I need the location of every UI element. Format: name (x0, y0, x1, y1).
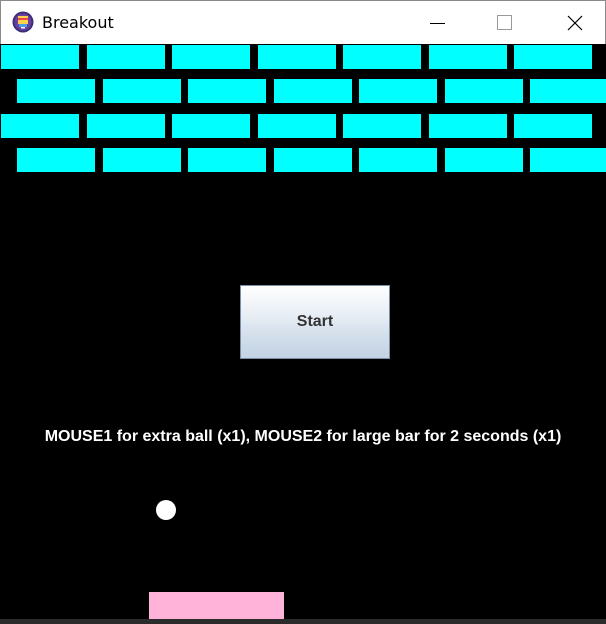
brick (17, 79, 95, 103)
brick (1, 45, 79, 69)
close-icon (567, 15, 583, 31)
brick (445, 148, 523, 172)
title-bar[interactable]: Breakout (0, 0, 606, 44)
brick (103, 148, 181, 172)
brick (103, 79, 181, 103)
brick (429, 45, 507, 69)
brick (514, 45, 592, 69)
window-title: Breakout (42, 13, 114, 32)
brick (429, 114, 507, 138)
brick (258, 114, 336, 138)
brick (172, 45, 250, 69)
game-playfield[interactable]: Start MOUSE1 for extra ball (x1), MOUSE2… (0, 44, 606, 624)
breakout-app-icon (12, 11, 34, 33)
brick (359, 79, 437, 103)
breakout-window: Breakout Start MOUSE1 for extra ball (x1… (0, 0, 606, 624)
maximize-icon (497, 15, 512, 30)
brick (530, 148, 606, 172)
brick (188, 148, 266, 172)
brick (343, 114, 421, 138)
playfield-bottom-edge (0, 619, 606, 624)
brick (1, 114, 79, 138)
brick (258, 45, 336, 69)
brick (359, 148, 437, 172)
brick (445, 79, 523, 103)
brick (188, 79, 266, 103)
minimize-button[interactable] (412, 1, 458, 45)
paddle[interactable] (149, 592, 284, 619)
minimize-icon (430, 23, 445, 24)
ball (156, 500, 176, 520)
brick (274, 79, 352, 103)
brick (87, 45, 165, 69)
brick (87, 114, 165, 138)
start-button[interactable]: Start (240, 285, 390, 359)
close-button[interactable] (552, 1, 598, 45)
controls-hint: MOUSE1 for extra ball (x1), MOUSE2 for l… (44, 428, 562, 445)
brick (17, 148, 95, 172)
brick (172, 114, 250, 138)
brick (530, 79, 606, 103)
maximize-button[interactable] (482, 1, 528, 45)
brick (343, 45, 421, 69)
brick (274, 148, 352, 172)
brick (514, 114, 592, 138)
